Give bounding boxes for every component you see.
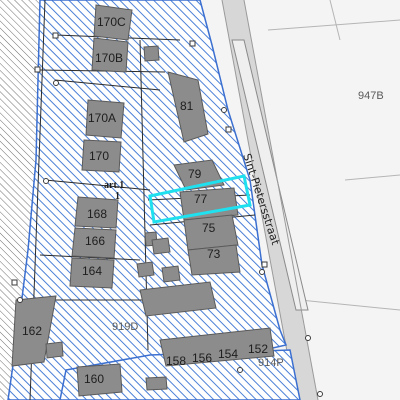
- parcel-label-73[interactable]: 73: [207, 247, 221, 261]
- parcel-label-75[interactable]: 75: [202, 221, 216, 235]
- parcel-label-164[interactable]: 164: [82, 264, 102, 278]
- parcel-label-166[interactable]: 166: [85, 234, 105, 248]
- parcel-label-947b[interactable]: 947B: [358, 90, 384, 102]
- parcel-label-79[interactable]: 79: [188, 167, 202, 181]
- parcel-label-160[interactable]: 160: [84, 372, 104, 386]
- parcel-label-170b[interactable]: 170B: [95, 51, 123, 65]
- parcel-label-919d[interactable]: 919D: [112, 321, 138, 333]
- map-canvas: 170C 170B 170A 170 168 166 164 162 81 79…: [0, 0, 400, 400]
- parcel-label-81[interactable]: 81: [180, 99, 194, 113]
- parcel-label-170[interactable]: 170: [89, 149, 109, 163]
- parcel-label-158[interactable]: 158: [166, 354, 186, 368]
- parcel-label-914p[interactable]: 914P: [258, 357, 284, 369]
- parcel-label-156[interactable]: 156: [192, 351, 212, 365]
- parcel-label-77[interactable]: 77: [194, 192, 208, 206]
- parcel-label-154[interactable]: 154: [218, 347, 238, 361]
- parcel-label-162[interactable]: 162: [22, 324, 42, 338]
- parcel-label-170a[interactable]: 170A: [88, 111, 116, 125]
- parcel-label-152[interactable]: 152: [248, 342, 268, 356]
- annotation-article-number: 1: [115, 191, 120, 202]
- parcel-label-170c[interactable]: 170C: [97, 15, 126, 29]
- cadastral-map[interactable]: 170C 170B 170A 170 168 166 164 162 81 79…: [0, 0, 400, 400]
- parcel-label-168[interactable]: 168: [87, 207, 107, 221]
- annotation-article: art.1: [104, 180, 124, 191]
